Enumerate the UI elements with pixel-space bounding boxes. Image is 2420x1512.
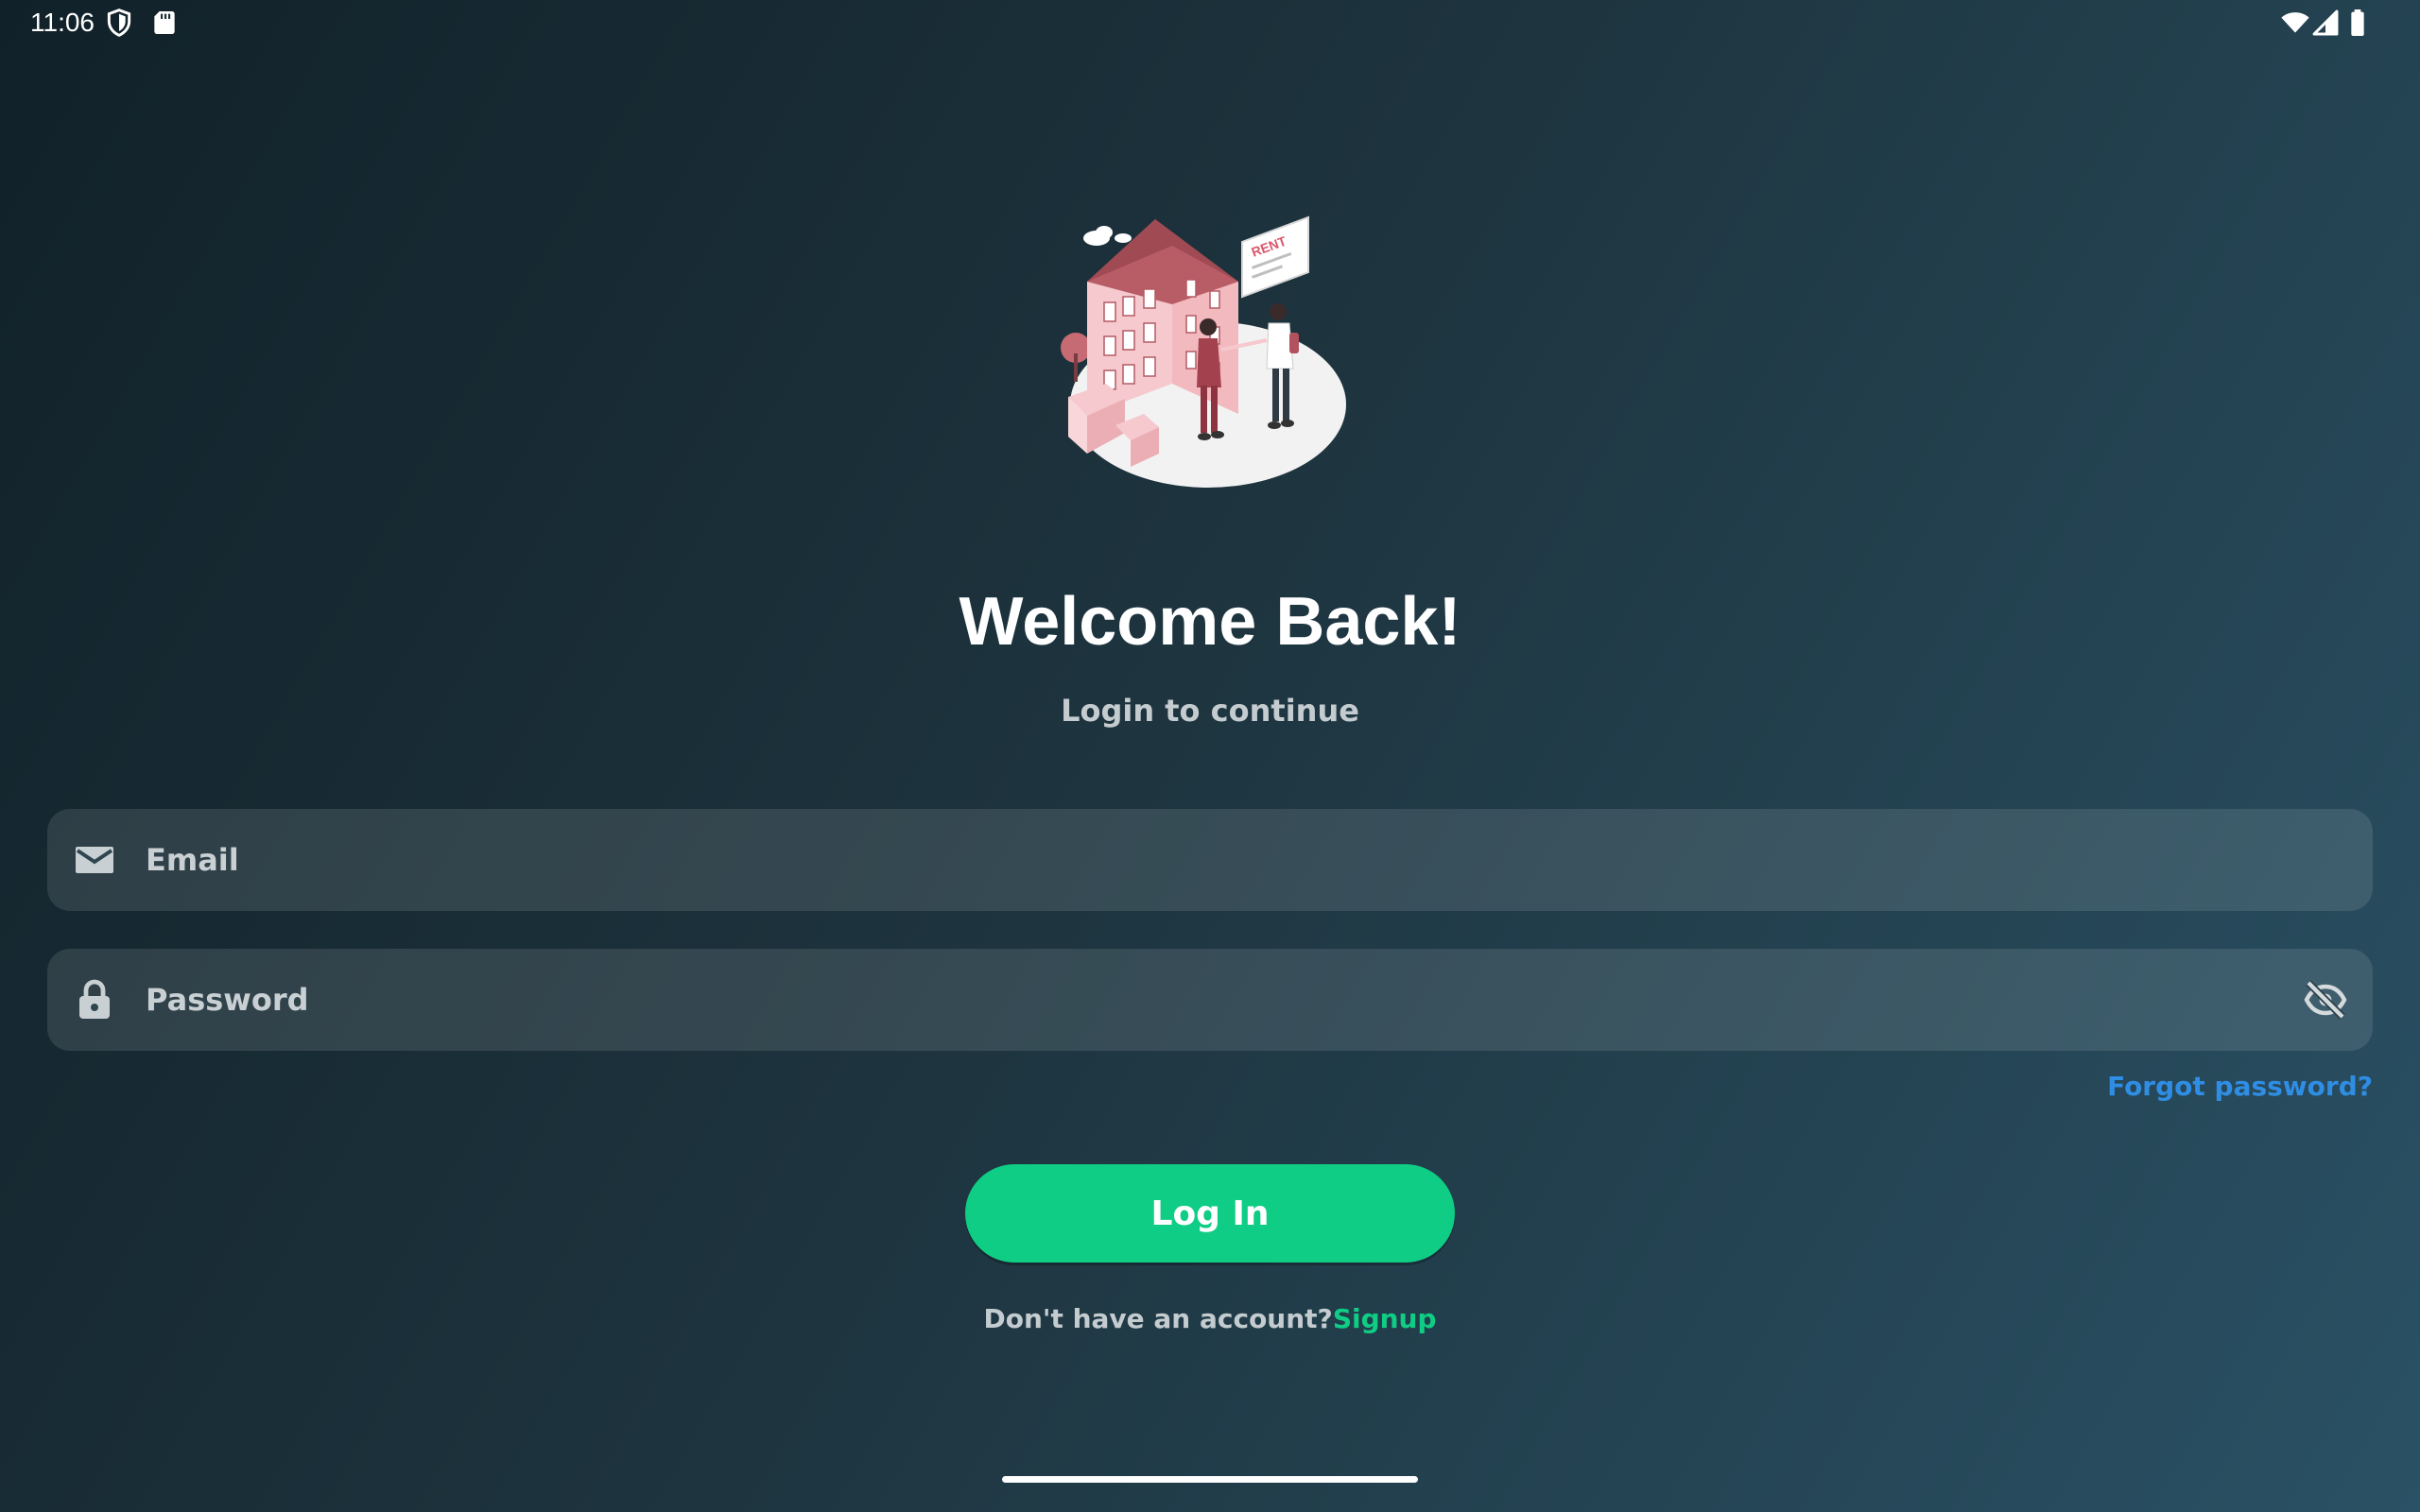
password-field[interactable]: Password <box>47 949 2373 1051</box>
email-field[interactable]: Email <box>47 809 2373 911</box>
rent-building-illustration: RENT <box>1061 215 1346 488</box>
lock-icon <box>79 979 110 1019</box>
forgot-password-link[interactable]: Forgot password? <box>2107 1068 2373 1106</box>
cell-signal-icon <box>2312 9 2339 36</box>
mail-icon <box>76 847 113 873</box>
shield-icon <box>107 9 131 37</box>
page-title: Welcome Back! <box>959 584 1461 660</box>
page-subtitle: Login to continue <box>1061 693 1359 729</box>
battery-icon <box>2351 9 2364 36</box>
wifi-icon <box>2281 12 2309 33</box>
signup-link[interactable]: Signup <box>1333 1303 1437 1334</box>
home-indicator[interactable] <box>1002 1476 1418 1483</box>
eye-off-icon[interactable] <box>2303 977 2348 1022</box>
login-button[interactable]: Log In <box>965 1164 1455 1263</box>
email-placeholder: Email <box>146 842 239 878</box>
signup-row: Don't have an account?Signup <box>0 1300 2420 1338</box>
signup-prompt: Don't have an account? <box>983 1303 1333 1334</box>
sd-card-icon <box>154 11 175 34</box>
status-bar: 11:06 <box>0 0 2420 45</box>
status-time: 11:06 <box>30 8 95 37</box>
password-placeholder: Password <box>146 982 309 1018</box>
